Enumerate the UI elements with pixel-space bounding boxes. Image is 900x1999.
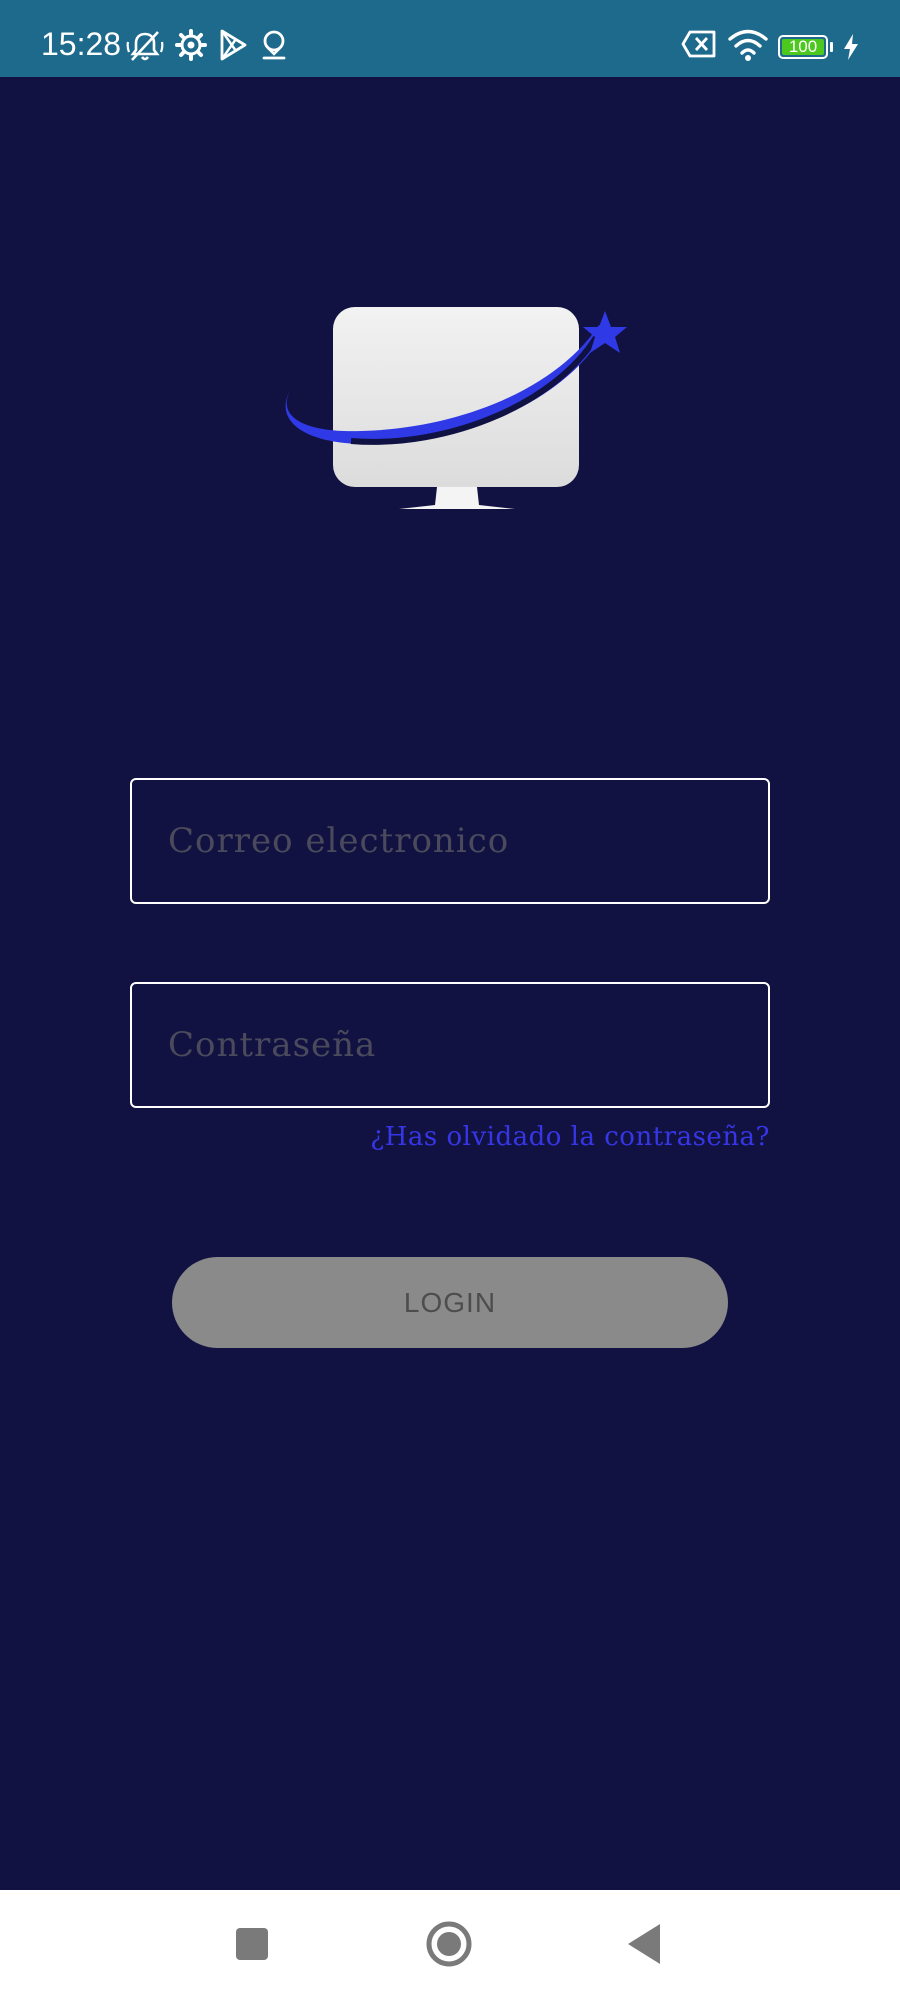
login-button[interactable]: LOGIN xyxy=(172,1257,728,1348)
password-field[interactable] xyxy=(130,982,770,1108)
location-icon xyxy=(262,30,286,60)
charging-icon xyxy=(844,34,858,60)
home-icon[interactable] xyxy=(417,1912,481,1976)
mute-icon xyxy=(126,31,164,61)
no-sim-icon xyxy=(681,30,716,58)
status-time: 15:28 xyxy=(41,26,122,62)
play-store-icon xyxy=(220,29,247,61)
status-bar: 15:28 100 xyxy=(0,0,900,77)
tv-logo-icon xyxy=(285,307,627,509)
settings-icon xyxy=(175,29,207,61)
navigation-bar xyxy=(0,1890,900,1999)
battery-icon: 100 xyxy=(778,35,828,59)
wifi-icon xyxy=(728,29,768,61)
battery-tip xyxy=(830,42,833,52)
recents-icon[interactable] xyxy=(220,1912,284,1976)
forgot-password-link[interactable]: ¿Has olvidado la contraseña? xyxy=(130,1122,770,1152)
back-icon[interactable] xyxy=(612,1912,676,1976)
email-field[interactable] xyxy=(130,778,770,904)
battery-level: 100 xyxy=(788,37,818,56)
